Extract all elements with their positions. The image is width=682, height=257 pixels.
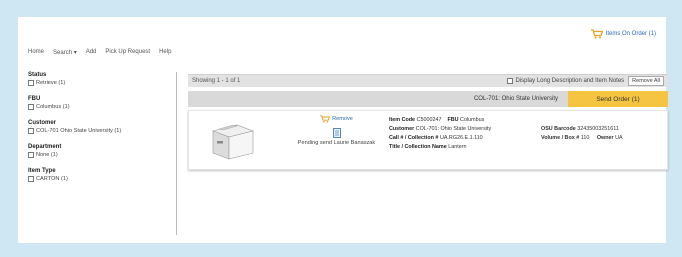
document-icon[interactable] xyxy=(332,128,341,138)
remove-label: Remove xyxy=(332,116,353,122)
filter-department: Department None (1) xyxy=(28,144,178,158)
osu-barcode-label: OSU Barcode xyxy=(541,126,576,132)
volume-label: Volume / Box # xyxy=(541,135,580,141)
call-label: Call # / Collection # xyxy=(389,135,439,141)
filter-option[interactable]: Retrieve (1) xyxy=(28,80,178,86)
filter-option[interactable]: Columbus (1) xyxy=(28,104,178,110)
filter-option-label: Columbus (1) xyxy=(36,104,70,110)
nav-home[interactable]: Home xyxy=(28,49,44,56)
results-header: Showing 1 - 1 of 1 Display Long Descript… xyxy=(188,74,668,87)
item-actions: Remove Pending send Laurie Banaszak xyxy=(284,115,389,146)
filter-sidebar: Status Retrieve (1) FBU Columbus (1) Cus… xyxy=(28,72,178,192)
filter-option-label: None (1) xyxy=(36,152,58,158)
filter-option-label: COL-701 Ohio State University (1) xyxy=(36,128,122,134)
item-status: Pending send Laurie Banaszak xyxy=(297,140,376,146)
filter-option[interactable]: COL-701 Ohio State University (1) xyxy=(28,128,178,134)
filter-title: FBU xyxy=(28,96,41,102)
call-value: UA.RG26.E.1.110 xyxy=(439,135,483,141)
filter-title: Customer xyxy=(28,120,57,126)
volume-value: 110 xyxy=(580,135,590,141)
top-nav: Home Search ▾ Add Pick Up Request Help xyxy=(28,49,171,56)
filter-option-label: CARTON (1) xyxy=(36,176,68,182)
filter-fbu: FBU Columbus (1) xyxy=(28,96,178,110)
sidebar-divider xyxy=(176,72,177,235)
nav-add[interactable]: Add xyxy=(86,49,97,56)
customer-group-label: COL-701: Ohio State University xyxy=(473,96,558,102)
send-order-button[interactable]: Send Order (1) xyxy=(568,91,668,107)
filter-checkbox[interactable] xyxy=(28,80,34,86)
filter-checkbox[interactable] xyxy=(28,104,34,110)
item-metadata: Item Code C5000247 FBU Columbus Customer… xyxy=(389,116,491,152)
main-panel: Items On Order (1) Home Search ▾ Add Pic… xyxy=(18,17,668,243)
fbu-value: Columbus xyxy=(460,117,485,123)
filter-item-type: Item Type CARTON (1) xyxy=(28,168,178,182)
filter-checkbox[interactable] xyxy=(28,128,34,134)
remove-item-link[interactable]: Remove xyxy=(320,115,353,123)
nav-search[interactable]: Search ▾ xyxy=(53,49,77,56)
items-on-order-label: Items On Order (1) xyxy=(605,31,656,37)
filter-title: Item Type xyxy=(28,168,56,174)
filter-checkbox[interactable] xyxy=(28,152,34,158)
title-label: Title / Collection Name xyxy=(389,144,447,150)
cart-icon xyxy=(320,115,331,123)
filter-title: Department xyxy=(28,144,62,150)
results-area: Showing 1 - 1 of 1 Display Long Descript… xyxy=(188,74,668,189)
customer-value: COL-701: Ohio State University xyxy=(415,126,492,132)
display-long-checkbox[interactable] xyxy=(507,78,514,84)
filter-title: Status xyxy=(28,72,47,78)
filter-customer: Customer COL-701 Ohio State University (… xyxy=(28,120,178,134)
item-code-value: C5000247 xyxy=(416,117,442,123)
cart-icon xyxy=(590,29,603,39)
owner-label: Owner xyxy=(596,135,614,141)
carton-box-image xyxy=(211,124,255,160)
item-metadata-right: OSU Barcode 32435003251611 Volume / Box … xyxy=(541,125,623,143)
fbu-label: FBU xyxy=(447,117,459,123)
nav-help[interactable]: Help xyxy=(159,49,171,56)
customer-label: Customer xyxy=(389,126,415,132)
filter-option[interactable]: CARTON (1) xyxy=(28,176,178,182)
results-count: Showing 1 - 1 of 1 xyxy=(192,78,241,84)
filter-status: Status Retrieve (1) xyxy=(28,72,178,86)
filter-option[interactable]: None (1) xyxy=(28,152,178,158)
items-on-order-link[interactable]: Items On Order (1) xyxy=(590,29,656,39)
display-long-label: Display Long Description and Item Notes xyxy=(515,78,625,84)
item-card: Remove Pending send Laurie Banaszak Item… xyxy=(188,110,668,170)
nav-pickup-request[interactable]: Pick Up Request xyxy=(105,49,150,56)
display-long-toggle[interactable]: Display Long Description and Item Notes xyxy=(507,78,624,84)
filter-option-label: Retrieve (1) xyxy=(36,80,66,86)
remove-all-button[interactable]: Remove All xyxy=(628,76,664,86)
title-value: Lantern xyxy=(448,144,467,150)
item-code-label: Item Code xyxy=(389,117,416,123)
osu-barcode-value: 32435003251611 xyxy=(577,126,619,132)
filter-checkbox[interactable] xyxy=(28,176,34,182)
customer-group-row: COL-701: Ohio State University Send Orde… xyxy=(188,91,668,107)
owner-value: UA xyxy=(615,135,623,141)
